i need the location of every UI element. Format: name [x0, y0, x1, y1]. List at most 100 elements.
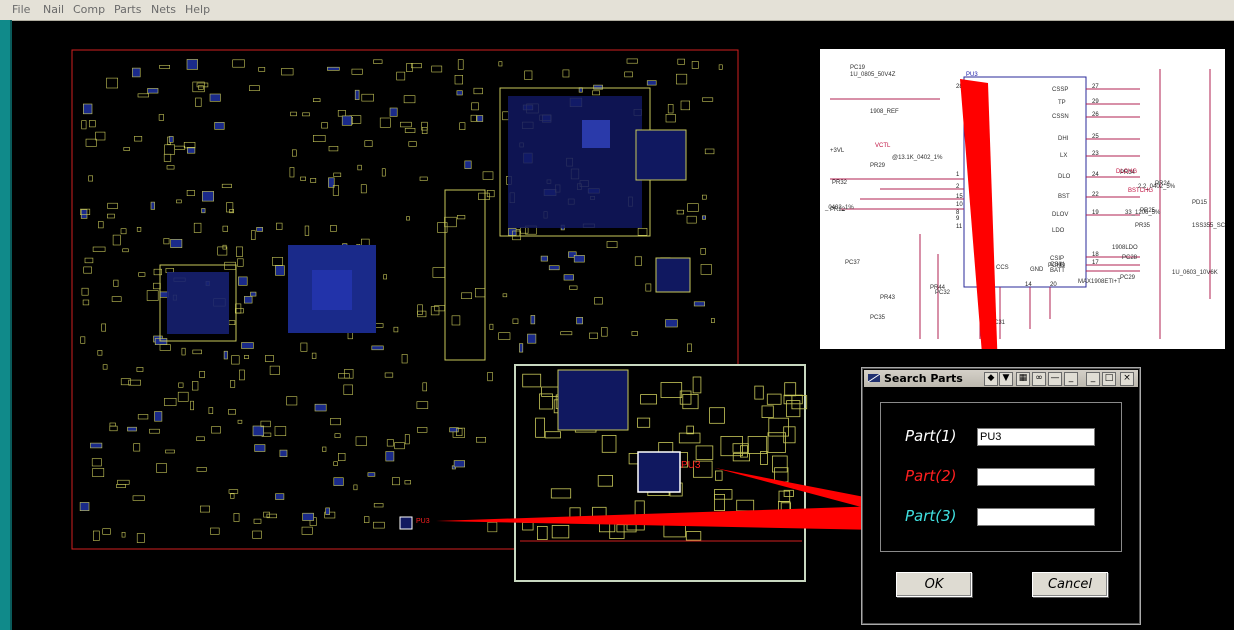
grid-icon[interactable]: ▦ [1016, 372, 1030, 386]
board-component [136, 533, 145, 543]
board-component [563, 274, 574, 281]
board-component [416, 401, 429, 409]
board-component [83, 103, 93, 115]
board-component [222, 225, 228, 232]
schematic-label: PR35 [1135, 223, 1151, 229]
board-component [196, 466, 207, 472]
board-component [93, 530, 100, 541]
board-component [302, 512, 314, 521]
maximize-icon[interactable]: □ [1102, 372, 1116, 386]
board-component [471, 102, 479, 111]
board-component [461, 292, 472, 299]
board-component [127, 426, 137, 432]
arrows-icon[interactable]: ◆ [984, 372, 998, 386]
board-component [475, 436, 486, 443]
board-component [328, 146, 339, 152]
part1-input[interactable] [977, 428, 1095, 446]
part3-input[interactable] [977, 508, 1095, 526]
board-component [109, 425, 118, 432]
board-component [133, 443, 141, 452]
board-component [400, 121, 412, 128]
board-component [478, 192, 490, 201]
schematic-pin-number: 24 [1092, 172, 1099, 178]
close-icon[interactable]: × [1120, 372, 1134, 386]
board-component [704, 148, 715, 155]
board-component [384, 372, 394, 378]
part1-label: Part(1) [905, 427, 957, 445]
minimize-icon[interactable]: _ [1086, 372, 1100, 386]
board-component [486, 190, 495, 198]
board-component [569, 285, 578, 290]
board-component [176, 199, 182, 204]
schematic-label: @13.1K_0402_1% [892, 155, 943, 161]
cancel-button[interactable]: Cancel [1032, 572, 1108, 597]
board-component [82, 299, 90, 306]
board-component [231, 355, 240, 365]
board-component [464, 160, 472, 169]
schematic-pin-number: 17 [1092, 260, 1099, 266]
board-component [437, 222, 448, 233]
board-component [333, 172, 342, 177]
board-component [300, 176, 306, 181]
board-component [132, 67, 141, 78]
schematic-label: +3VL [830, 148, 845, 154]
board-component [201, 208, 206, 214]
board-component [174, 145, 186, 150]
board-component [675, 73, 688, 85]
board-component [360, 184, 367, 194]
board-component [601, 327, 608, 337]
schematic-label: BST [1058, 194, 1070, 200]
board-component [233, 513, 240, 522]
board-component [406, 216, 410, 221]
board-component [137, 93, 149, 98]
board-component [98, 221, 104, 229]
board-component [192, 349, 202, 355]
board-component [153, 282, 161, 290]
ok-button[interactable]: OK [896, 572, 972, 597]
board-component [665, 319, 678, 328]
board-component [210, 527, 220, 535]
board-component [417, 310, 427, 318]
board-component [95, 131, 106, 141]
board-component [198, 85, 204, 90]
board-component [327, 66, 340, 71]
part2-input[interactable] [977, 468, 1095, 486]
board-component [718, 64, 723, 70]
board-component [101, 323, 106, 332]
board-component [519, 343, 524, 353]
board-component [236, 246, 243, 257]
link-icon[interactable]: ∞ [1032, 372, 1046, 386]
schematic-pin-number: 11 [956, 224, 963, 230]
arrows-down-icon[interactable]: ▼ [999, 372, 1013, 386]
board-component [90, 442, 103, 449]
board-component [163, 153, 172, 162]
dialog-titlebar[interactable]: Search Parts ◆ ▼ ▦ ∞ — _ _ □ × [864, 370, 1138, 387]
board-component [338, 373, 350, 379]
schematic-label: PC28 [1122, 255, 1138, 261]
board-component [106, 77, 118, 89]
board-component [137, 414, 149, 420]
board-component [134, 136, 143, 142]
board-component [444, 216, 457, 228]
board-component [361, 93, 374, 102]
schematic-label: PC32 [935, 290, 951, 296]
schematic-label: 1908LDO [1112, 245, 1138, 251]
board-component [431, 65, 443, 73]
board-component [163, 238, 170, 245]
board-component [312, 135, 326, 143]
board-component [373, 59, 383, 64]
pointer-arrow-schematic [960, 79, 998, 349]
board-component [548, 265, 560, 271]
schematic-view[interactable]: PC19 1U_0805_50V4Z PU3 1908_REF +3VL PR29 PR32… [820, 49, 1225, 349]
board-component [626, 58, 638, 64]
board-component [391, 477, 400, 486]
underline-icon[interactable]: _ [1064, 372, 1078, 386]
board-component [250, 291, 257, 297]
board-component [116, 484, 126, 488]
board-component [251, 230, 256, 240]
minus-icon[interactable]: — [1048, 372, 1062, 386]
schematic-label: PR43 [880, 295, 896, 301]
board-component [238, 276, 248, 286]
board-component [274, 426, 287, 436]
board-component [91, 458, 102, 467]
